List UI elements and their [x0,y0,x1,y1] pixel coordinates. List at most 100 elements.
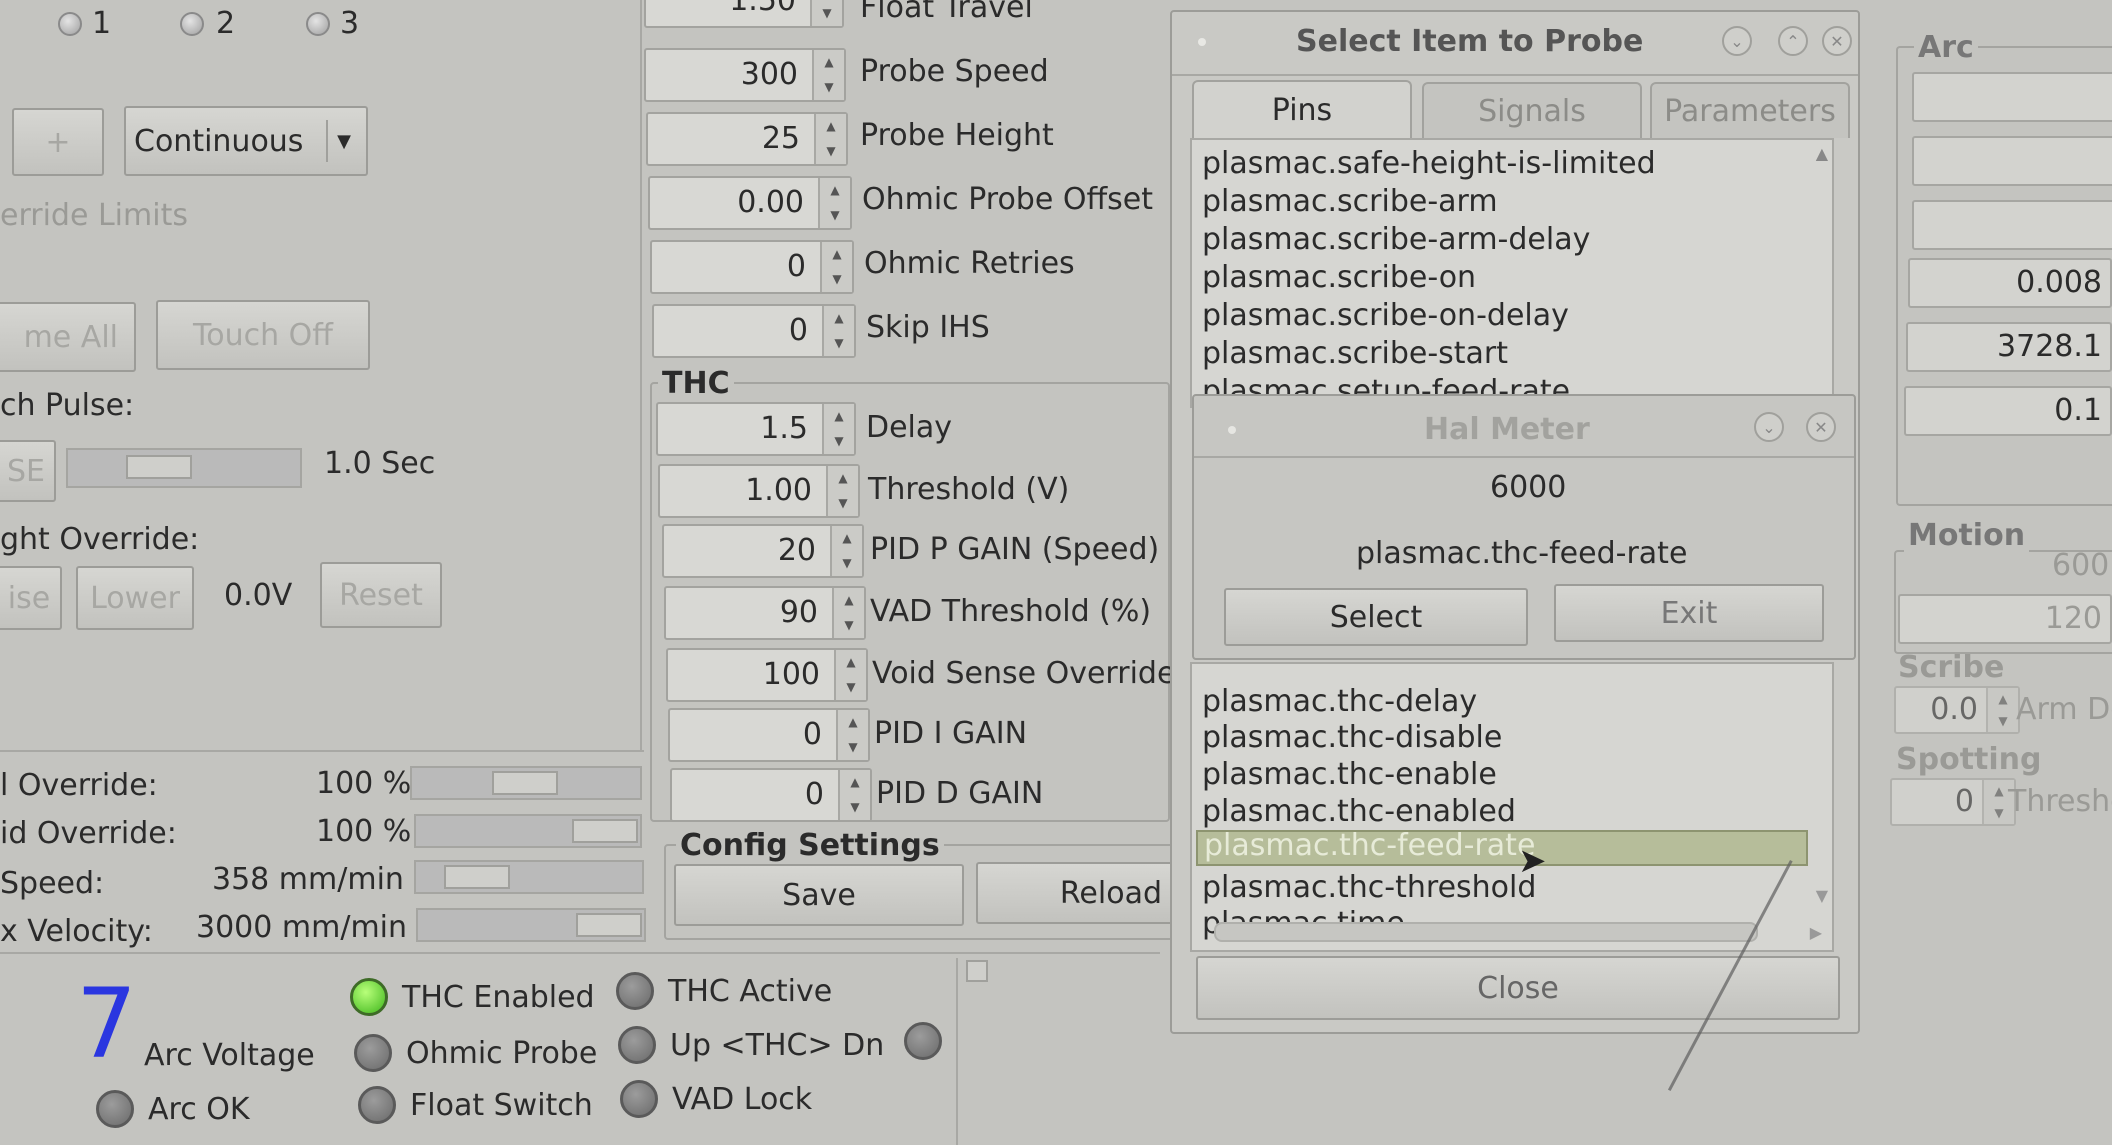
void-sense-spinner[interactable]: 100 ▲ ▼ [666,648,868,702]
window-menu-icon[interactable] [1198,38,1206,46]
override-slider[interactable] [416,908,646,942]
slider-handle[interactable] [444,865,510,889]
tab-pins[interactable]: Pins [1192,80,1412,138]
float-travel-spinner[interactable]: 1.50 ▲▼ [644,0,844,28]
radio-3-label: 3 [340,6,360,41]
list-item[interactable]: plasmac.thc-enable [1202,757,1497,792]
scribe-arm-delay-spinner[interactable]: 0.0 ▲ ▼ [1894,686,2020,734]
arc-field[interactable] [1912,72,2112,122]
hal-meter-select-button[interactable]: Select [1224,588,1528,646]
arc-field[interactable]: 0.008 [1908,258,2112,308]
config-reload-button[interactable]: Reload [976,862,1178,924]
torch-pulse-button[interactable]: SE [0,440,56,502]
override-slider[interactable] [414,860,644,894]
spin-arrows-icon[interactable]: ▲▼ [822,404,854,454]
scroll-right-icon[interactable]: ▶ [1810,923,1822,942]
height-lower-button[interactable]: Lower [76,566,194,630]
torch-pulse-slider[interactable] [66,448,302,488]
list-item[interactable]: plasmac.scribe-arm [1202,184,1498,219]
pid-p-spinner[interactable]: 20 ▲ ▼ [662,524,864,578]
list-item[interactable]: plasmac.safe-height-is-limited [1202,146,1656,181]
list-item[interactable]: plasmac.thc-delay [1202,684,1477,719]
spin-arrows-icon[interactable]: ▲▼ [826,466,858,516]
probe-dialog-titlebar[interactable]: Select Item to Probe ⌄ ⌃ ✕ [1172,12,1858,76]
spin-arrows-icon[interactable]: ▲▼ [834,650,866,700]
close-icon[interactable]: ✕ [1822,26,1852,56]
spin-arrows-icon[interactable]: ▲▼ [820,242,852,292]
arc-field[interactable]: 0.1 [1904,386,2112,436]
minimize-icon[interactable]: ⌄ [1754,412,1784,442]
spin-arrows-icon[interactable]: ▲▼ [836,710,868,760]
float-switch-label: Float Switch [410,1088,593,1123]
slider-handle[interactable] [572,819,638,843]
close-icon[interactable]: ✕ [1806,412,1836,442]
config-save-button[interactable]: Save [674,864,964,926]
probe-height-spinner[interactable]: 25 ▲ ▼ [646,112,848,166]
pin-list-top[interactable]: plasmac.safe-height-is-limited plasmac.s… [1190,138,1834,408]
tab-signals[interactable]: Signals [1422,82,1642,138]
spin-arrows-icon[interactable]: ▲▼ [832,588,864,638]
scroll-down-icon[interactable]: ▼ [1816,886,1828,905]
spin-arrows-icon[interactable]: ▲▼ [810,0,842,26]
list-item[interactable]: plasmac.scribe-on-delay [1202,298,1569,333]
list-item[interactable]: plasmac.thc-enabled [1202,794,1516,829]
radio-2[interactable] [180,12,204,36]
minimize-icon[interactable]: ⌄ [1722,26,1752,56]
list-item[interactable]: plasmac.scribe-on [1202,260,1476,295]
thc-threshold-spinner[interactable]: 1.00 ▲ ▼ [658,464,860,518]
spin-arrows-icon[interactable]: ▲▼ [818,178,850,228]
height-reset-button[interactable]: Reset [320,562,442,628]
override-label: l Override: [0,768,158,803]
pid-i-label: PID I GAIN [874,716,1028,751]
arc-field[interactable]: 3728.1 [1906,322,2112,372]
pane-resize-handle[interactable] [966,960,988,982]
slider-handle[interactable] [126,455,192,479]
override-slider[interactable] [414,814,642,848]
skip-ihs-label: Skip IHS [866,310,990,345]
list-item[interactable]: plasmac.thc-disable [1202,720,1502,755]
list-item[interactable]: plasmac.thc-threshold [1202,870,1536,905]
height-raise-button[interactable]: ise [0,566,62,630]
override-value: 100 % [316,814,412,849]
slider-handle[interactable] [576,913,642,937]
hal-meter-titlebar[interactable]: Hal Meter ⌄ ✕ [1194,396,1854,458]
probe-speed-spinner[interactable]: 300 ▲ ▼ [644,48,846,102]
ohmic-offset-spinner[interactable]: 0.00 ▲ ▼ [648,176,852,230]
hal-meter-exit-button[interactable]: Exit [1554,584,1824,642]
scroll-up-icon[interactable]: ▲ [1816,144,1828,163]
pid-d-spinner[interactable]: 0 ▲ ▼ [670,768,872,822]
spin-arrows-icon[interactable]: ▲▼ [830,526,862,576]
override-limits-checkbox[interactable]: erride Limits [0,198,188,233]
motion-field[interactable]: 120 [1898,594,2112,644]
override-slider[interactable] [410,766,642,800]
spin-arrows-icon[interactable]: ▲▼ [812,50,844,100]
list-item-selected[interactable]: plasmac.thc-feed-rate [1196,830,1808,866]
spin-arrows-icon[interactable]: ▲▼ [838,770,870,820]
skip-ihs-spinner[interactable]: 0 ▲ ▼ [652,304,856,358]
ohmic-retries-spinner[interactable]: 0 ▲ ▼ [650,240,854,294]
horizontal-scrollbar[interactable] [1214,922,1758,942]
vad-threshold-spinner[interactable]: 90 ▲ ▼ [664,586,866,640]
spin-arrows-icon[interactable]: ▲▼ [814,114,846,164]
pid-i-spinner[interactable]: 0 ▲ ▼ [668,708,870,762]
window-menu-icon[interactable] [1228,426,1236,434]
arc-field[interactable] [1912,200,2112,250]
maximize-icon[interactable]: ⌃ [1778,26,1808,56]
jog-plus-button[interactable]: + [12,108,104,176]
thc-delay-spinner[interactable]: 1.5 ▲ ▼ [656,402,856,456]
list-item[interactable]: plasmac.scribe-arm-delay [1202,222,1590,257]
slider-handle[interactable] [492,771,558,795]
pin-list-bottom[interactable]: plasmac.thc-delay plasmac.thc-disable pl… [1190,662,1834,952]
home-all-button[interactable]: me All [0,302,136,372]
arc-field[interactable] [1912,136,2112,186]
list-item[interactable]: plasmac.scribe-start [1202,336,1508,371]
touch-off-button[interactable]: Touch Off [156,300,370,370]
spin-arrows-icon[interactable]: ▲▼ [1986,688,2018,732]
radio-3[interactable] [306,12,330,36]
jog-mode-dropdown[interactable]: Continuous ▼ [124,106,368,176]
spin-arrows-icon[interactable]: ▲▼ [822,306,854,356]
spotting-threshold-spinner[interactable]: 0 ▲ ▼ [1890,778,2016,826]
radio-1[interactable] [58,12,82,36]
probe-dialog-close-button[interactable]: Close [1196,956,1840,1020]
tab-parameters[interactable]: Parameters [1650,82,1850,138]
